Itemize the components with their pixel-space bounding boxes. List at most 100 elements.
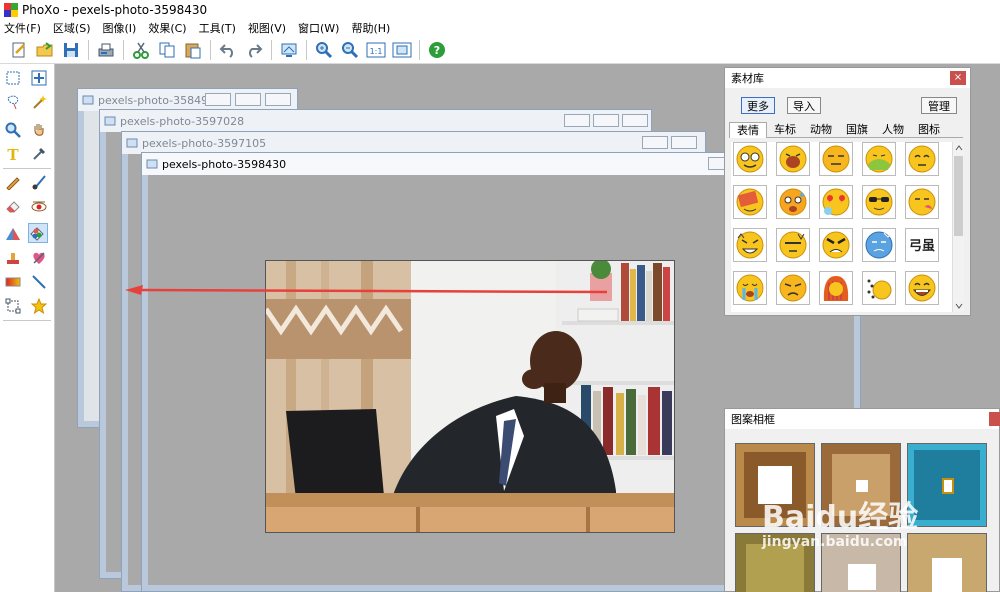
emoticon-item[interactable] xyxy=(733,185,767,219)
emoticon-item[interactable] xyxy=(862,271,896,305)
scan-icon[interactable] xyxy=(95,39,117,61)
menu-file[interactable]: 文件(F) xyxy=(4,20,41,36)
emoticon-item[interactable] xyxy=(905,271,939,305)
toolbar-separator xyxy=(271,39,272,60)
move-icon[interactable] xyxy=(29,68,49,88)
maximize-button[interactable] xyxy=(593,114,619,127)
close-icon[interactable] xyxy=(989,412,1000,426)
menu-effects[interactable]: 效果(C) xyxy=(148,20,186,36)
emoticon-item[interactable] xyxy=(733,271,767,305)
eraser-icon[interactable] xyxy=(3,196,23,216)
import-button[interactable]: 导入 xyxy=(787,97,821,114)
menu-tools[interactable]: 工具(T) xyxy=(199,20,236,36)
fit-window-icon[interactable] xyxy=(391,39,413,61)
emoticon-item[interactable] xyxy=(733,142,767,176)
menu-view[interactable]: 视图(V) xyxy=(248,20,286,36)
minimize-button[interactable] xyxy=(642,136,668,149)
emoticon-item[interactable] xyxy=(862,228,896,262)
cut-icon[interactable] xyxy=(130,39,152,61)
actual-size-icon[interactable]: 1:1 xyxy=(365,39,387,61)
transform-icon[interactable] xyxy=(3,296,23,316)
emoticon-item[interactable] xyxy=(819,228,853,262)
pencil-icon[interactable] xyxy=(3,172,23,192)
watermark-url: jingyan.baidu.com xyxy=(762,534,908,550)
zoom-out-icon[interactable] xyxy=(339,39,361,61)
emoticon-item[interactable] xyxy=(819,142,853,176)
emoticon-item[interactable]: 弓虽 xyxy=(905,228,939,262)
tab-people[interactable]: 人物 xyxy=(875,122,911,138)
scrollbar-thumb[interactable] xyxy=(954,156,963,236)
more-button[interactable]: 更多 xyxy=(741,97,775,114)
redo-icon[interactable] xyxy=(243,39,265,61)
hand-icon[interactable] xyxy=(29,120,49,140)
chevron-up-icon[interactable] xyxy=(953,142,965,154)
menu-window[interactable]: 窗口(W) xyxy=(298,20,339,36)
frame-item[interactable] xyxy=(907,443,987,527)
emoticon-item[interactable] xyxy=(905,142,939,176)
photo-canvas[interactable] xyxy=(265,260,675,533)
fill-color-icon[interactable] xyxy=(28,223,48,243)
tab-icons[interactable]: 图标 xyxy=(911,122,947,138)
undo-icon[interactable] xyxy=(217,39,239,61)
close-button[interactable] xyxy=(265,93,291,106)
tab-emoticons[interactable]: 表情 xyxy=(729,122,767,138)
stamp-icon[interactable] xyxy=(3,248,23,268)
minimize-button[interactable] xyxy=(205,93,231,106)
baidu-watermark: Baidu经验 jingyan.baidu.com xyxy=(762,502,918,551)
emoticon-scrollbar[interactable] xyxy=(952,142,964,312)
help-icon[interactable]: ? xyxy=(426,39,448,61)
paste-icon[interactable] xyxy=(182,39,204,61)
emoticon-item[interactable] xyxy=(819,185,853,219)
menu-selection[interactable]: 区域(S) xyxy=(53,20,91,36)
tab-flags[interactable]: 国旗 xyxy=(839,122,875,138)
brush-icon[interactable] xyxy=(29,172,49,192)
emoticon-item[interactable] xyxy=(776,271,810,305)
menu-help[interactable]: 帮助(H) xyxy=(351,20,390,36)
chevron-down-icon[interactable] xyxy=(953,300,965,312)
tab-animals[interactable]: 动物 xyxy=(803,122,839,138)
copy-icon[interactable] xyxy=(156,39,178,61)
palette-separator xyxy=(3,168,51,169)
red-arrow-annotation xyxy=(125,285,607,295)
maximize-button[interactable] xyxy=(235,93,261,106)
emoticon-item[interactable] xyxy=(862,185,896,219)
eyedropper-icon[interactable] xyxy=(29,144,49,164)
open-icon[interactable] xyxy=(34,39,56,61)
materials-panel-titlebar[interactable]: 素材库 × xyxy=(725,68,970,88)
emoticon-item[interactable] xyxy=(862,142,896,176)
emoticon-item[interactable] xyxy=(819,271,853,305)
gradient-icon[interactable] xyxy=(3,272,23,292)
emoticon-grid: 弓虽 xyxy=(731,142,953,312)
emoticon-item[interactable] xyxy=(776,142,810,176)
save-icon[interactable] xyxy=(60,39,82,61)
magic-wand-icon[interactable] xyxy=(29,92,49,112)
minimize-button[interactable] xyxy=(564,114,590,127)
document-titlebar[interactable]: pexels-photo-3597105 xyxy=(122,132,705,154)
close-icon[interactable]: × xyxy=(950,71,966,85)
image-icon xyxy=(126,138,138,148)
emoticon-item[interactable] xyxy=(905,185,939,219)
emoticon-item[interactable] xyxy=(776,185,810,219)
line-icon[interactable] xyxy=(29,272,49,292)
text-tool-icon[interactable]: T xyxy=(3,144,23,164)
red-eye-icon[interactable] xyxy=(29,196,49,216)
star-shape-icon[interactable] xyxy=(29,296,49,316)
toolbar-separator xyxy=(419,39,420,60)
maximize-button[interactable] xyxy=(671,136,697,149)
manage-button[interactable]: 管理 xyxy=(921,97,957,114)
lasso-icon[interactable] xyxy=(3,92,23,112)
close-button[interactable] xyxy=(622,114,648,127)
screen-capture-icon[interactable] xyxy=(278,39,300,61)
rect-select-icon[interactable] xyxy=(3,68,23,88)
frame-item[interactable] xyxy=(907,533,987,592)
zoom-in-icon[interactable] xyxy=(313,39,335,61)
menu-image[interactable]: 图像(I) xyxy=(103,20,137,36)
frames-panel-titlebar[interactable]: 图案相框 xyxy=(725,409,1000,429)
new-icon[interactable] xyxy=(8,39,30,61)
color-replace-icon[interactable] xyxy=(3,224,23,244)
emoticon-item[interactable] xyxy=(776,228,810,262)
tab-car-logos[interactable]: 车标 xyxy=(767,122,803,138)
heal-icon[interactable] xyxy=(29,248,49,268)
emoticon-item[interactable] xyxy=(733,228,767,262)
zoom-tool-icon[interactable] xyxy=(3,120,23,140)
